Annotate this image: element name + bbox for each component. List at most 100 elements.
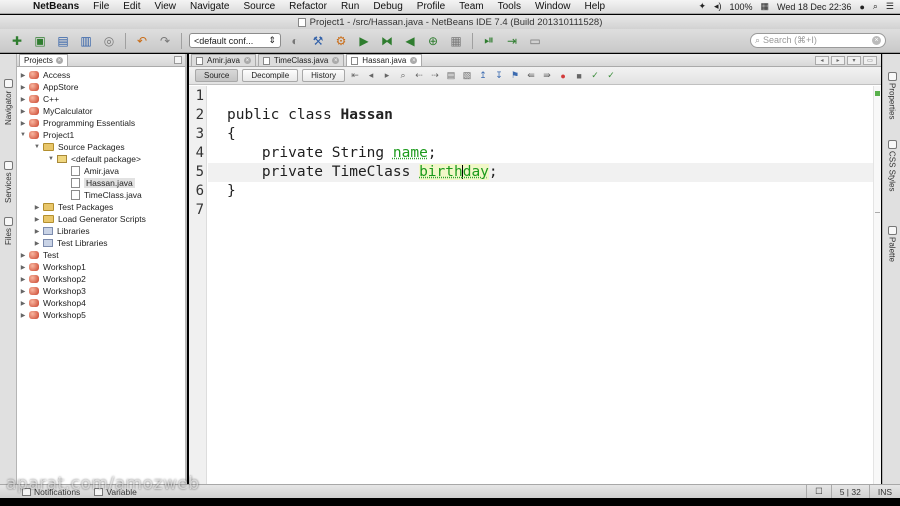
tree-item[interactable]: Amir.java [17,165,119,177]
menu-source[interactable]: Source [236,1,282,12]
run-configuration-icon[interactable]: ◐ [286,32,304,50]
tree-item[interactable]: ▼ <default package> [17,153,141,165]
expand-triangle-icon[interactable]: ▶ [19,96,27,103]
expand-triangle-icon[interactable]: ▶ [19,84,27,91]
expand-triangle-icon[interactable]: ▶ [19,312,27,319]
menu-file[interactable]: File [86,1,116,12]
collapse-triangle-icon[interactable]: ▼ [47,156,55,162]
tree-item[interactable]: ▶ Workshop2 [17,273,86,285]
shift-left-icon[interactable]: ⇚ [525,70,537,82]
run-project-icon[interactable]: ▶ [355,32,373,50]
tree-item[interactable]: ▶ Workshop4 [17,297,86,309]
notification-center-icon[interactable]: ☰ [886,1,894,12]
notification-bubble-cell[interactable]: ☐ [806,484,831,499]
configuration-select[interactable]: <default conf... ⇕ [189,33,281,48]
forward-icon[interactable]: ▸ [381,70,393,82]
shift-right-icon[interactable]: ⇛ [541,70,553,82]
tree-item[interactable]: ▶ Test Libraries [17,237,108,249]
step-icon[interactable]: ⇥ [503,32,521,50]
navigator-tab[interactable]: Navigator [1,72,16,132]
start-macro-recording-icon[interactable]: ● [557,70,569,82]
close-icon[interactable]: × [410,57,418,64]
maximize-editor-icon[interactable]: ▭ [863,56,877,65]
tree-item[interactable]: ▶ Load Generator Scripts [17,213,146,225]
open-project-icon[interactable]: ▤ [54,32,72,50]
last-edit-icon[interactable]: ⇤ [349,70,361,82]
editor-tab-amir[interactable]: Amir.java × [191,54,256,66]
menu-help[interactable]: Help [578,1,613,12]
expand-triangle-icon[interactable]: ▶ [33,228,41,235]
tree-item[interactable]: Hassan.java [17,177,135,189]
expand-triangle-icon[interactable]: ▶ [19,300,27,307]
source-mode-button[interactable]: Source [195,69,239,82]
show-open-documents-icon[interactable]: ▾ [847,56,861,65]
battery-percent[interactable]: 100% [730,2,753,12]
menu-app-name[interactable]: NetBeans [26,1,86,12]
expand-triangle-icon[interactable]: ▶ [33,204,41,211]
editor-tab-hassan[interactable]: Hassan.java × [346,54,423,66]
close-icon[interactable]: × [243,57,251,64]
clock-text[interactable]: Wed 18 Dec 22:36 [777,2,851,12]
redo-icon[interactable]: ↷ [156,32,174,50]
menu-navigate[interactable]: Navigate [183,1,236,12]
editor-tab-timeclass[interactable]: TimeClass.java × [257,54,345,66]
caret-position[interactable]: 5 | 32 [830,484,869,499]
quick-search-box[interactable]: ⌕ Search (⌘+I) × [750,33,886,48]
tree-item[interactable]: ▶ C++ [17,93,59,105]
decompile-mode-button[interactable]: Decompile [242,69,299,82]
tree-item[interactable]: ▶ Programming Essentials [17,117,135,129]
toggle-rectangular-selection-icon[interactable]: ▧ [461,70,473,82]
tree-item[interactable]: ▼ Project1 [17,129,74,141]
back-icon[interactable]: ◂ [365,70,377,82]
tree-item[interactable]: ▶ Workshop1 [17,261,86,273]
expand-triangle-icon[interactable]: ▶ [19,276,27,283]
expand-triangle-icon[interactable]: ▶ [19,288,27,295]
gc-memory-icon[interactable]: ▦ [447,32,465,50]
insert-mode[interactable]: INS [868,484,900,499]
properties-tab[interactable]: Properties [885,72,899,128]
dropbox-icon[interactable]: ✦ [698,1,706,12]
expand-triangle-icon[interactable]: ▶ [19,264,27,271]
toggle-highlight-icon[interactable]: ▤ [445,70,457,82]
new-project-icon[interactable]: ▣ [31,32,49,50]
palette-tab[interactable]: Palette [885,226,899,266]
find-previous-icon[interactable]: ⇠ [413,70,425,82]
new-file-icon[interactable]: ✚ [8,32,26,50]
close-icon[interactable]: × [332,57,340,64]
menu-profile[interactable]: Profile [410,1,452,12]
tree-item[interactable]: ▶ AppStore [17,81,79,93]
tree-item[interactable]: TimeClass.java [17,189,142,201]
scroll-tabs-left-icon[interactable]: ◂ [815,56,829,65]
tree-item[interactable]: ▶ Workshop5 [17,309,86,321]
expand-triangle-icon[interactable]: ▶ [19,108,27,115]
menu-edit[interactable]: Edit [116,1,147,12]
tree-item[interactable]: ▼ Source Packages [17,141,125,153]
collapse-triangle-icon[interactable]: ▼ [19,132,27,138]
comment-icon[interactable]: ✓ [589,70,601,82]
expand-triangle-icon[interactable]: ▶ [19,252,27,259]
error-stripe[interactable] [873,86,881,484]
menu-refactor[interactable]: Refactor [282,1,334,12]
toggle-bookmark-icon[interactable]: ⚑ [509,70,521,82]
menu-view[interactable]: View [148,1,184,12]
history-mode-button[interactable]: History [302,69,346,82]
uncomment-icon[interactable]: ✓ [605,70,617,82]
user-icon[interactable]: ● [859,2,864,12]
clear-search-icon[interactable]: × [872,36,881,45]
expand-triangle-icon[interactable]: ▶ [19,72,27,79]
collapse-triangle-icon[interactable]: ▼ [33,144,41,150]
tree-item[interactable]: ▶ Test Packages [17,201,114,213]
tree-item[interactable]: ▶ Test [17,249,59,261]
profile-project-icon[interactable]: ◀ [401,32,419,50]
tree-item[interactable]: ▶ Access [17,69,71,81]
menu-tools[interactable]: Tools [491,1,528,12]
menu-window[interactable]: Window [528,1,578,12]
find-next-icon[interactable]: ⇢ [429,70,441,82]
code-editor[interactable]: 1 2 3 4 5 6 7 public class Hassan { priv… [189,86,881,484]
services-tab[interactable]: Services [1,158,16,206]
menu-debug[interactable]: Debug [366,1,409,12]
undo-icon[interactable]: ↶ [133,32,151,50]
debug-project-icon[interactable]: ⧓ [378,32,396,50]
apply-code-changes-icon[interactable]: ⊕ [424,32,442,50]
projects-tab[interactable]: Projects × [19,54,68,66]
